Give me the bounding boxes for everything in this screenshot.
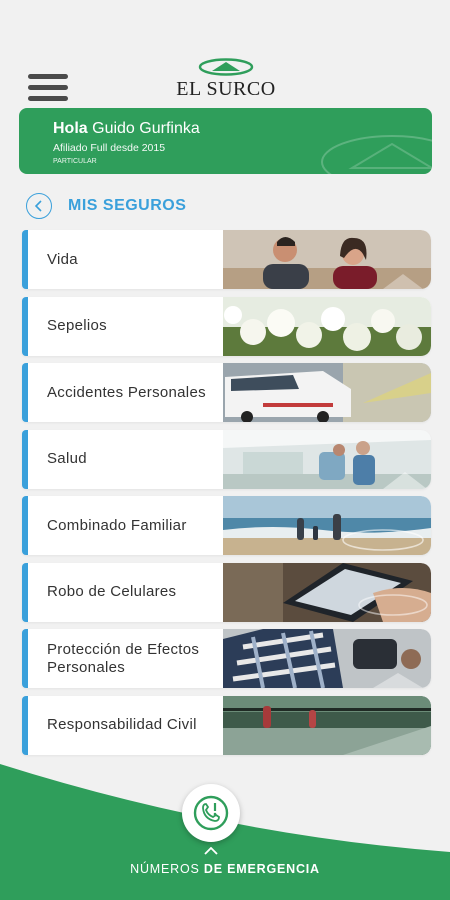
user-card: Hola Guido Gurfinka Afiliado Full desde … <box>19 108 432 174</box>
insurance-item-label: Sepelios <box>47 317 107 334</box>
insurance-item-salud[interactable]: Salud <box>22 429 431 489</box>
user-name: Guido Gurfinka <box>92 120 200 137</box>
emergency-label-prefix: NÚMEROS <box>130 862 200 876</box>
menu-icon-bar <box>28 74 68 79</box>
chevron-up-icon[interactable] <box>204 847 218 855</box>
section-title: MIS SEGUROS <box>68 197 187 214</box>
couple-photo <box>223 230 431 289</box>
back-chevron-icon[interactable] <box>26 193 52 219</box>
ambulance-photo <box>223 363 431 422</box>
emergency-button[interactable] <box>182 784 240 842</box>
menu-icon-bar <box>28 85 68 90</box>
section-header[interactable]: MIS SEGUROS <box>26 193 186 219</box>
decorative-ellipse <box>321 135 432 174</box>
emergency-phone-icon <box>193 795 229 831</box>
emergency-label-bold: DE EMERGENCIA <box>203 862 320 876</box>
plan-type: PARTICULAR <box>53 158 97 165</box>
emergency-numbers-label[interactable]: NÚMEROS DE EMERGENCIA <box>0 862 450 876</box>
insurance-item-label: Combinado Familiar <box>47 516 187 534</box>
menu-icon-bar <box>28 96 68 101</box>
bag-and-accessories-photo <box>223 629 431 688</box>
insurance-item-label: Accidentes Personales <box>47 383 206 401</box>
greeting-hello: Hola <box>53 120 88 137</box>
brand-logo: EL SURCO <box>170 58 282 104</box>
insurance-item-sepelios[interactable]: Sepelios <box>22 296 431 356</box>
menu-button[interactable] <box>28 74 68 102</box>
hospital-hallway-photo <box>223 429 431 489</box>
insurance-item-combinado-familiar[interactable]: Combinado Familiar <box>22 496 431 555</box>
insurance-item-label: Vida <box>47 250 78 268</box>
insurance-item-label: Salud <box>47 450 87 467</box>
logo-emblem-icon <box>198 58 254 76</box>
insurance-item-robo-de-celulares[interactable]: Robo de Celulares <box>22 562 431 622</box>
insurance-item-label: Protección de Efectos Personales <box>47 640 200 676</box>
insurance-item-vida[interactable]: Vida <box>22 230 431 289</box>
smartphone-hand-photo <box>223 562 431 622</box>
greeting: Hola Guido Gurfinka <box>53 120 200 138</box>
family-beach-photo <box>223 496 431 555</box>
white-flowers-photo <box>223 296 431 356</box>
brand-name: EL SURCO <box>176 78 276 100</box>
insurance-item-accidentes-personales[interactable]: Accidentes Personales <box>22 363 431 422</box>
insurance-list: Vida Sepelios Accidentes Personales Salu… <box>22 230 431 762</box>
insurance-item-proteccion-efectos-personales[interactable]: Protección de Efectos Personales <box>22 629 431 688</box>
member-since: Afiliado Full desde 2015 <box>53 142 166 154</box>
insurance-item-label: Robo de Celulares <box>47 583 177 600</box>
